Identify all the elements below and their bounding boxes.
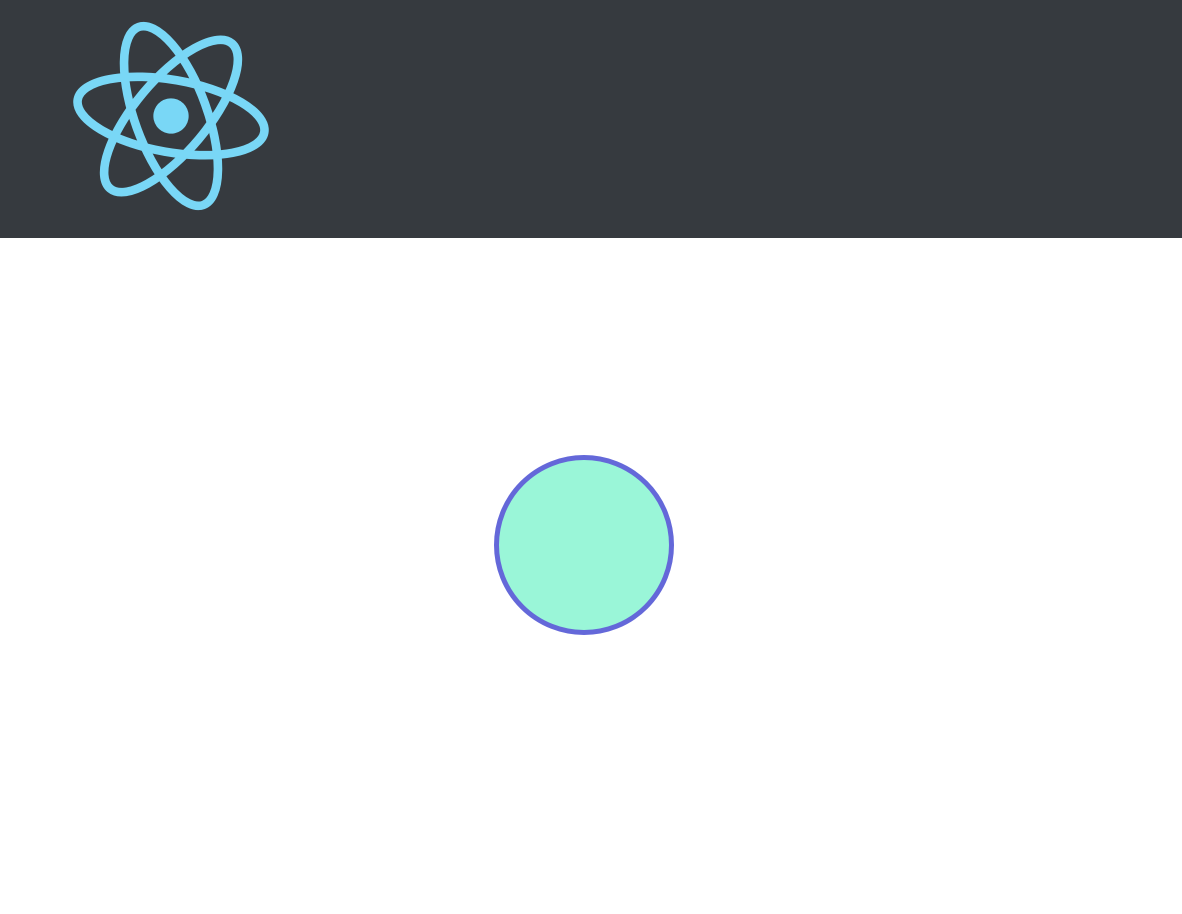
react-logo-icon <box>72 16 270 216</box>
main-content <box>0 238 1182 914</box>
circle-button[interactable] <box>494 455 674 635</box>
app-root <box>0 0 1182 914</box>
react-atom-icon <box>73 21 269 211</box>
nucleus-shape <box>153 98 189 134</box>
app-header <box>0 0 1182 238</box>
